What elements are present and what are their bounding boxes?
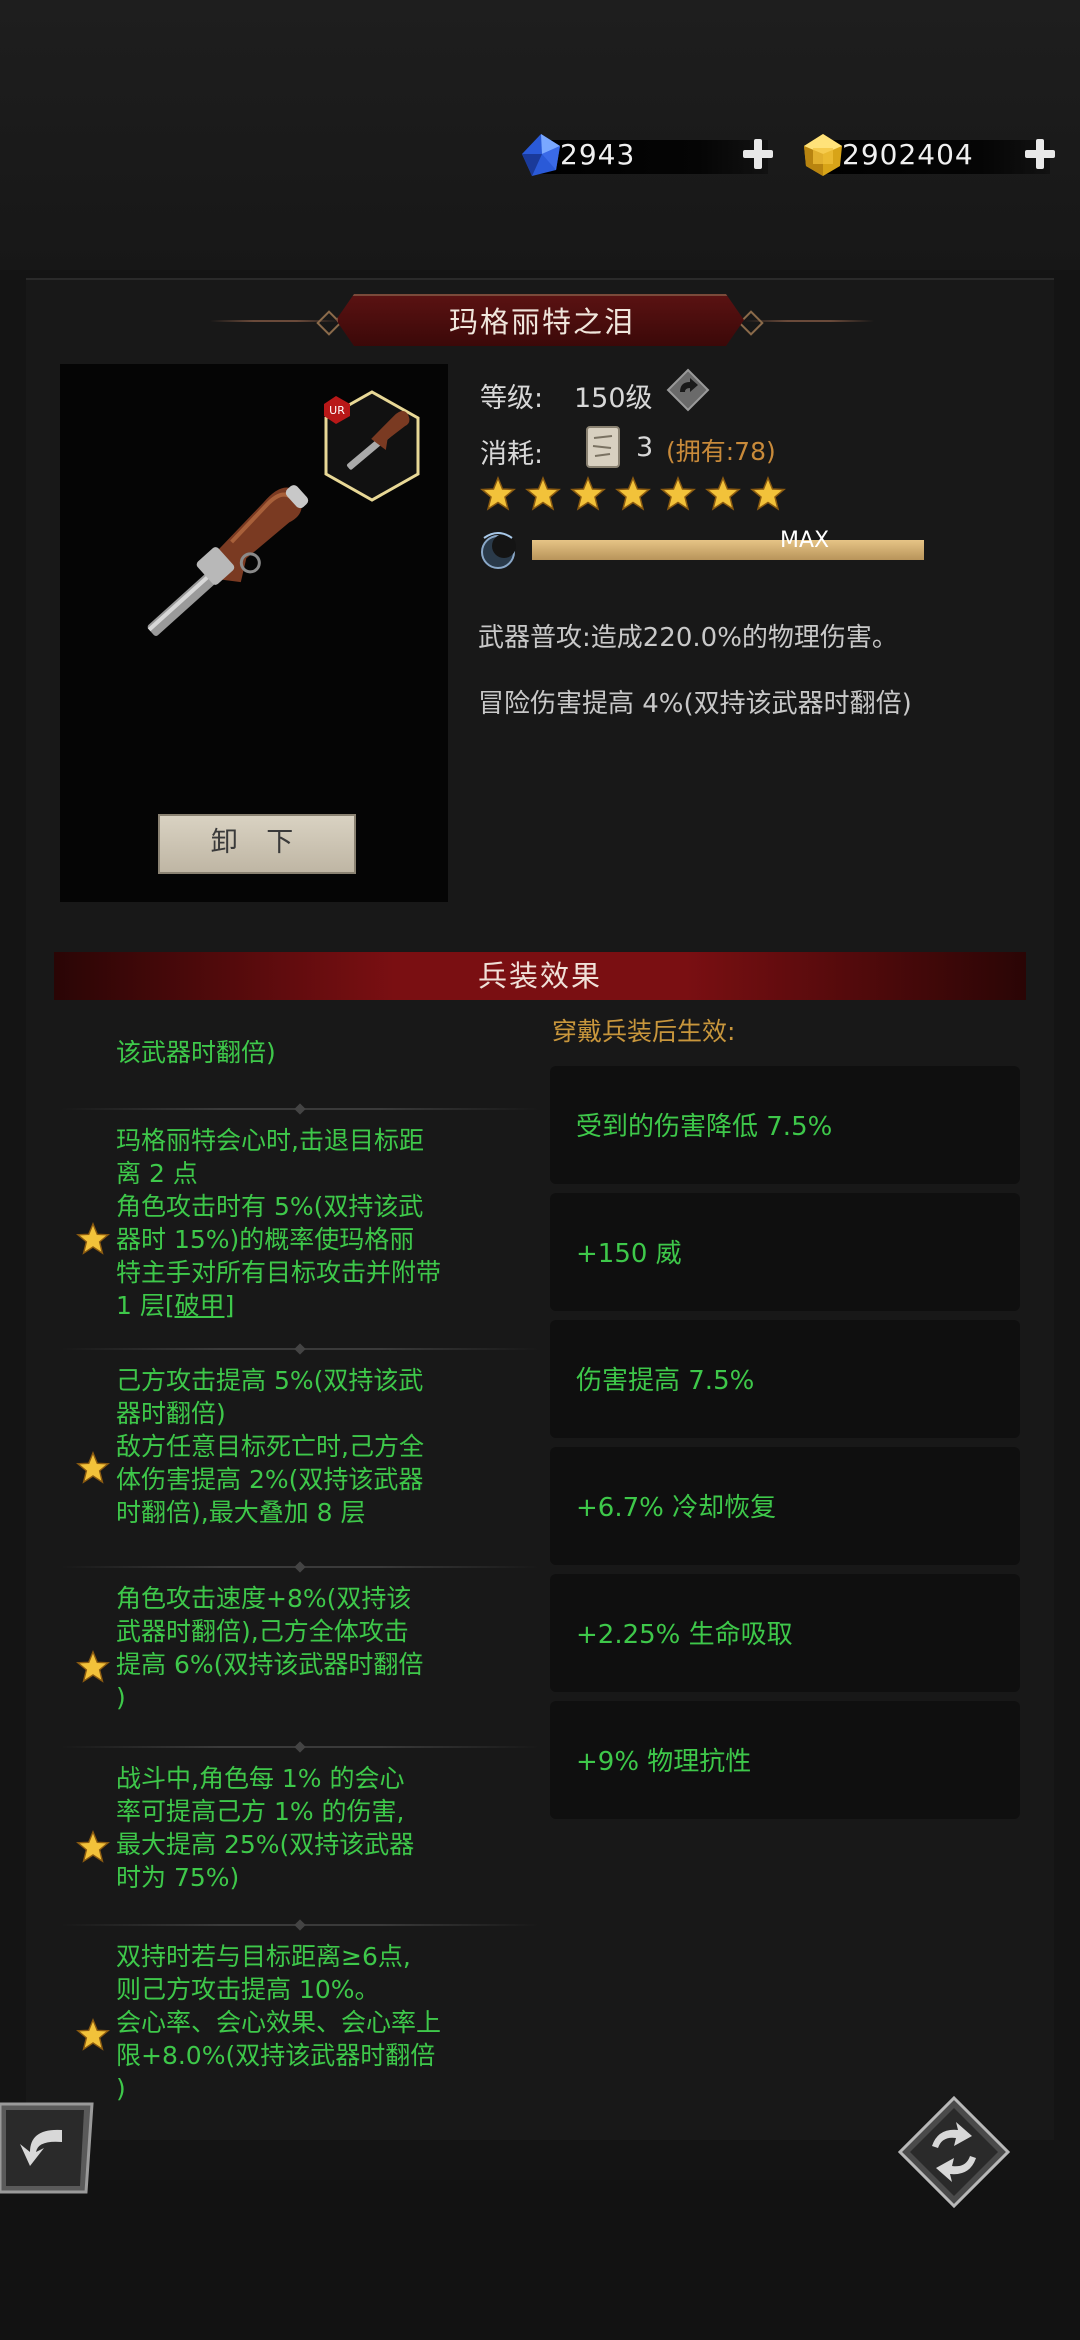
cost-label: 消耗: xyxy=(480,439,544,470)
divider xyxy=(60,1103,540,1115)
effect-text: 玛格丽特会心时,击退目标距 离 2 点 角色攻击时有 5%(双持该武 器时 15… xyxy=(116,1126,442,1320)
effect-text: 双持时若与目标距离≥6点, 则己方攻击提高 10%。 会心率、会心效果、会心率上… xyxy=(116,1942,442,2103)
stat-bonus-row: +6.7% 冷却恢复 xyxy=(550,1447,1020,1565)
divider xyxy=(60,1343,540,1355)
max-label: MAX xyxy=(780,528,830,553)
star-icon xyxy=(76,1222,110,1255)
unload-button[interactable]: 卸 下 xyxy=(158,814,356,874)
moon-emblem-icon xyxy=(481,532,516,569)
effect-text: 角色攻击速度+8%(双持该 武器时翻倍),己方全体攻击 提高 6%(双持该武器时… xyxy=(116,1584,424,1712)
owned-count: (拥有:78) xyxy=(666,437,776,466)
effect-item: 角色攻击速度+8%(双持该 武器时翻倍),己方全体攻击 提高 6%(双持该武器时… xyxy=(60,1582,540,1752)
star-icon xyxy=(480,476,516,511)
stat-bonus-text: +2.25% 生命吸取 xyxy=(576,1620,793,1650)
refresh-button[interactable] xyxy=(898,2096,1010,2208)
effect-item: 己方攻击提高 5%(双持该武 器时翻倍) 敌方任意目标死亡时,己方全 体伤害提高… xyxy=(60,1364,540,1572)
armor-break-link[interactable]: [破甲] xyxy=(165,1291,235,1320)
blue-gem-icon xyxy=(522,134,560,176)
star-icon xyxy=(615,476,651,511)
stat-bonus-row: +9% 物理抗性 xyxy=(550,1701,1020,1819)
add-gems-button[interactable] xyxy=(740,136,776,172)
stat-bonus-row: 伤害提高 7.5% xyxy=(550,1320,1020,1438)
divider xyxy=(60,1919,540,1931)
stat-bonus-text: 受到的伤害降低 7.5% xyxy=(576,1112,833,1142)
star-icon xyxy=(525,476,561,511)
star-icon xyxy=(570,476,606,511)
star-icon xyxy=(76,2018,110,2051)
star-icon xyxy=(660,476,696,511)
level-value: 150级 xyxy=(574,383,653,414)
effect-text: 战斗中,角色每 1% 的会心 率可提高己方 1% 的伤害, 最大提高 25%(双… xyxy=(116,1764,415,1892)
attack-description: 武器普攻:造成220.0%的物理伤害。 xyxy=(478,623,898,653)
stat-bonus-row: +150 威 xyxy=(550,1193,1020,1311)
star-icon xyxy=(705,476,741,511)
star-icon xyxy=(76,1830,110,1863)
upgrade-icon[interactable] xyxy=(666,368,710,412)
divider xyxy=(60,1741,540,1753)
gem-count: 2943 xyxy=(560,138,636,171)
effect-item: 玛格丽特会心时,击退目标距 离 2 点 角色攻击时有 5%(双持该武 器时 15… xyxy=(60,1124,540,1354)
back-button[interactable] xyxy=(0,2100,96,2196)
gem-currency: 2943 xyxy=(518,132,778,182)
rarity-badge: UR xyxy=(329,404,345,417)
stat-bonus-text: +150 威 xyxy=(576,1239,682,1269)
cost-value: 3 xyxy=(636,432,654,463)
stat-bonus-text: +6.7% 冷却恢复 xyxy=(576,1493,777,1523)
stat-bonus-row: +2.25% 生命吸取 xyxy=(550,1574,1020,1692)
effect-text: 该武器时翻倍) xyxy=(116,1040,276,1067)
gold-gem-icon xyxy=(804,134,842,176)
stat-bonus-text: +9% 物理抗性 xyxy=(576,1747,752,1777)
weapon-thumbnail-icon[interactable]: UR xyxy=(322,390,422,502)
stat-bonus-text: 伤害提高 7.5% xyxy=(576,1366,755,1396)
pistol-icon xyxy=(147,485,309,636)
star-icon xyxy=(76,1451,110,1484)
title-line-right xyxy=(744,320,874,322)
equip-effect-header: 穿戴兵装后生效: xyxy=(552,1017,736,1046)
divider xyxy=(60,1561,540,1573)
star-icon xyxy=(750,476,786,511)
effect-item: 双持时若与目标距离≥6点, 则己方攻击提高 10%。 会心率、会心效果、会心率上… xyxy=(60,1940,540,2130)
effect-text: 己方攻击提高 5%(双持该武 器时翻倍) 敌方任意目标死亡时,己方全 体伤害提高… xyxy=(116,1366,424,1527)
star-icon xyxy=(76,1650,110,1683)
scroll-icon xyxy=(586,426,620,468)
level-progress-bar xyxy=(532,540,924,560)
level-label: 等级: xyxy=(480,383,544,414)
passive-description: 冒险伤害提高 4%(双持该武器时翻倍) xyxy=(478,689,912,719)
effects-section-title: 兵装效果 xyxy=(54,952,1026,1000)
weapon-title: 玛格丽特之泪 xyxy=(336,294,744,346)
add-gold-button[interactable] xyxy=(1022,136,1058,172)
effect-list[interactable]: 该武器时翻倍) 玛格丽特会心时,击退目标距 离 2 点 角色攻击时有 5%(双持该… xyxy=(60,1040,540,2130)
gold-currency: 2902404 xyxy=(800,132,1060,182)
stat-bonus-row: 受到的伤害降低 7.5% xyxy=(550,1066,1020,1184)
gold-count: 2902404 xyxy=(842,138,974,171)
effect-item: 该武器时翻倍) xyxy=(60,1040,540,1092)
effect-item: 战斗中,角色每 1% 的会心 率可提高己方 1% 的伤害, 最大提高 25%(双… xyxy=(60,1762,540,1932)
